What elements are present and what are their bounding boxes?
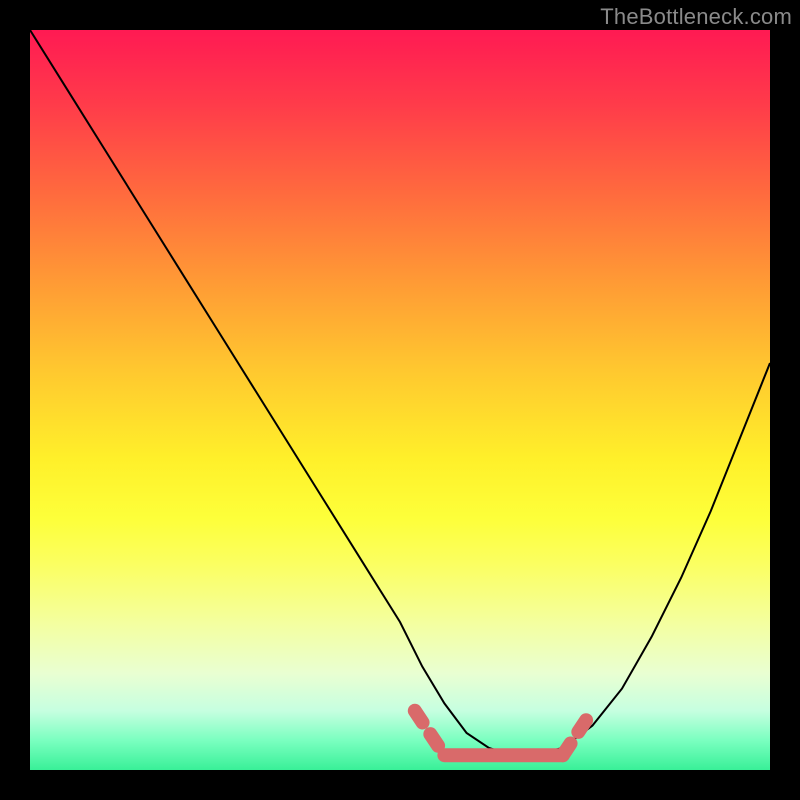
chart-svg bbox=[30, 30, 770, 770]
chart-frame: TheBottleneck.com bbox=[0, 0, 800, 800]
flat-region-right-dash bbox=[563, 711, 593, 755]
watermark-text: TheBottleneck.com bbox=[600, 4, 792, 30]
bottleneck-curve bbox=[30, 30, 770, 755]
flat-region-left-dash bbox=[415, 711, 445, 755]
chart-plot-area bbox=[30, 30, 770, 770]
